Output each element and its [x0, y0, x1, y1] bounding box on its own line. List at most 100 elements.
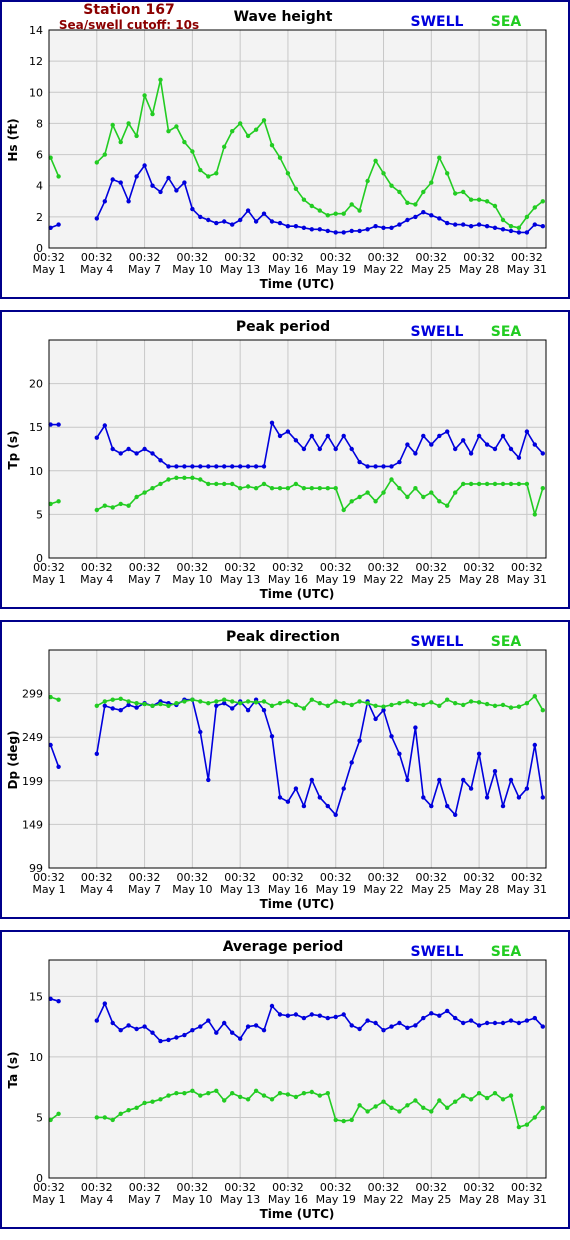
- sea-data-point: [166, 129, 171, 134]
- sea-data-point: [349, 1117, 354, 1123]
- sea-data-point: [230, 1091, 235, 1096]
- swell-data-point: [190, 464, 195, 469]
- x-tick-date: May 7: [128, 883, 161, 896]
- swell-data-point: [429, 803, 434, 809]
- swell-data-point: [222, 1020, 227, 1026]
- sea-data-point: [476, 1091, 482, 1096]
- swell-data-point: [190, 206, 195, 212]
- sea-data-point: [317, 208, 322, 213]
- sea-data-point: [309, 697, 314, 702]
- x-tick-date: May 22: [363, 263, 403, 276]
- plot-area: 0510152000:32May 100:32May 400:32May 700…: [29, 339, 547, 586]
- sea-data-point: [301, 1091, 307, 1096]
- sea-data-point: [309, 486, 314, 491]
- sea-data-point: [118, 1111, 123, 1116]
- sea-data-point: [285, 486, 291, 491]
- x-tick-date: May 1: [32, 573, 65, 586]
- swell-data-point: [381, 1028, 386, 1033]
- sea-data-point: [405, 699, 410, 704]
- sea-data-point: [285, 1092, 291, 1097]
- swell-data-point: [238, 1036, 243, 1041]
- swell-data-point: [261, 464, 267, 469]
- swell-data-point: [94, 751, 100, 756]
- sea-data-point: [508, 481, 514, 487]
- sea-data-point: [445, 171, 450, 176]
- average-period-panel: Average period SWELL SEA Ta (s) Time (UT…: [0, 930, 570, 1229]
- swell-data-point: [373, 1020, 378, 1026]
- x-axis-label: Time (UTC): [260, 277, 335, 291]
- swell-data-point: [437, 433, 442, 439]
- swell-data-point: [405, 442, 410, 447]
- sea-data-point: [253, 127, 259, 132]
- sea-data-point: [230, 699, 235, 704]
- swell-data-point: [198, 1024, 203, 1029]
- x-tick-date: May 25: [411, 1193, 451, 1206]
- sea-data-point: [540, 1105, 545, 1110]
- swell-data-point: [118, 180, 123, 185]
- swell-data-point: [238, 217, 243, 223]
- sea-data-point: [166, 477, 171, 482]
- swell-data-point: [333, 1014, 338, 1020]
- sea-data-point: [230, 481, 235, 487]
- sea-data-point: [150, 111, 155, 117]
- sea-data-point: [333, 211, 338, 216]
- swell-data-point: [214, 703, 219, 708]
- swell-data-point: [445, 803, 450, 809]
- chart-title: Peak period: [236, 319, 330, 335]
- swell-data-point: [500, 433, 506, 439]
- swell-data-point: [468, 224, 474, 229]
- sea-data-point: [349, 202, 354, 207]
- sea-data-point: [94, 160, 100, 165]
- swell-data-point: [524, 786, 530, 791]
- x-tick-date: May 16: [268, 573, 308, 586]
- swell-data-point: [484, 1020, 490, 1026]
- sea-data-point: [206, 481, 211, 487]
- sea-data-point: [174, 124, 179, 129]
- sea-data-point: [421, 702, 426, 708]
- swell-data-point: [222, 219, 227, 224]
- sea-data-point: [182, 475, 187, 480]
- swell-data-point: [301, 225, 307, 230]
- x-tick-date: May 22: [363, 1193, 403, 1206]
- x-tick-date: May 1: [32, 263, 65, 276]
- sea-data-point: [357, 699, 362, 704]
- swell-data-point: [500, 1020, 506, 1026]
- sea-data-point: [182, 1091, 187, 1096]
- sea-data-point: [532, 205, 537, 210]
- sea-data-point: [110, 697, 115, 702]
- swell-data-point: [405, 217, 410, 223]
- swell-data-point: [532, 222, 537, 227]
- sea-data-point: [437, 155, 442, 160]
- swell-data-point: [365, 464, 370, 469]
- swell-data-point: [500, 227, 506, 232]
- y-tick-label: 15: [29, 421, 43, 434]
- swell-data-point: [182, 1032, 187, 1038]
- sea-data-point: [198, 167, 203, 173]
- sea-data-point: [524, 1122, 530, 1127]
- swell-data-point: [102, 703, 108, 708]
- swell-data-point: [453, 1015, 458, 1021]
- x-tick-date: May 22: [363, 883, 403, 896]
- sea-data-point: [453, 490, 458, 495]
- sea-data-point: [413, 202, 418, 207]
- swell-data-point: [437, 777, 442, 783]
- sea-data-point: [102, 1115, 108, 1120]
- x-tick-date: May 10: [172, 263, 212, 276]
- sea-data-point: [492, 203, 498, 209]
- swell-data-point: [365, 227, 370, 232]
- swell-data-point: [214, 1030, 219, 1035]
- swell-data-point: [110, 1020, 115, 1026]
- x-axis-label: Time (UTC): [260, 587, 335, 601]
- sea-data-point: [134, 701, 139, 706]
- sea-data-point: [468, 699, 474, 704]
- swell-data-point: [94, 216, 100, 221]
- sea-data-point: [293, 702, 299, 708]
- sea-data-point: [102, 699, 108, 704]
- sea-data-point: [222, 697, 227, 702]
- sea-data-point: [253, 1088, 259, 1093]
- swell-data-point: [453, 222, 458, 227]
- sea-data-point: [357, 494, 362, 500]
- y-tick-label: 10: [29, 1051, 43, 1064]
- swell-data-point: [158, 189, 163, 195]
- sea-data-point: [373, 158, 378, 163]
